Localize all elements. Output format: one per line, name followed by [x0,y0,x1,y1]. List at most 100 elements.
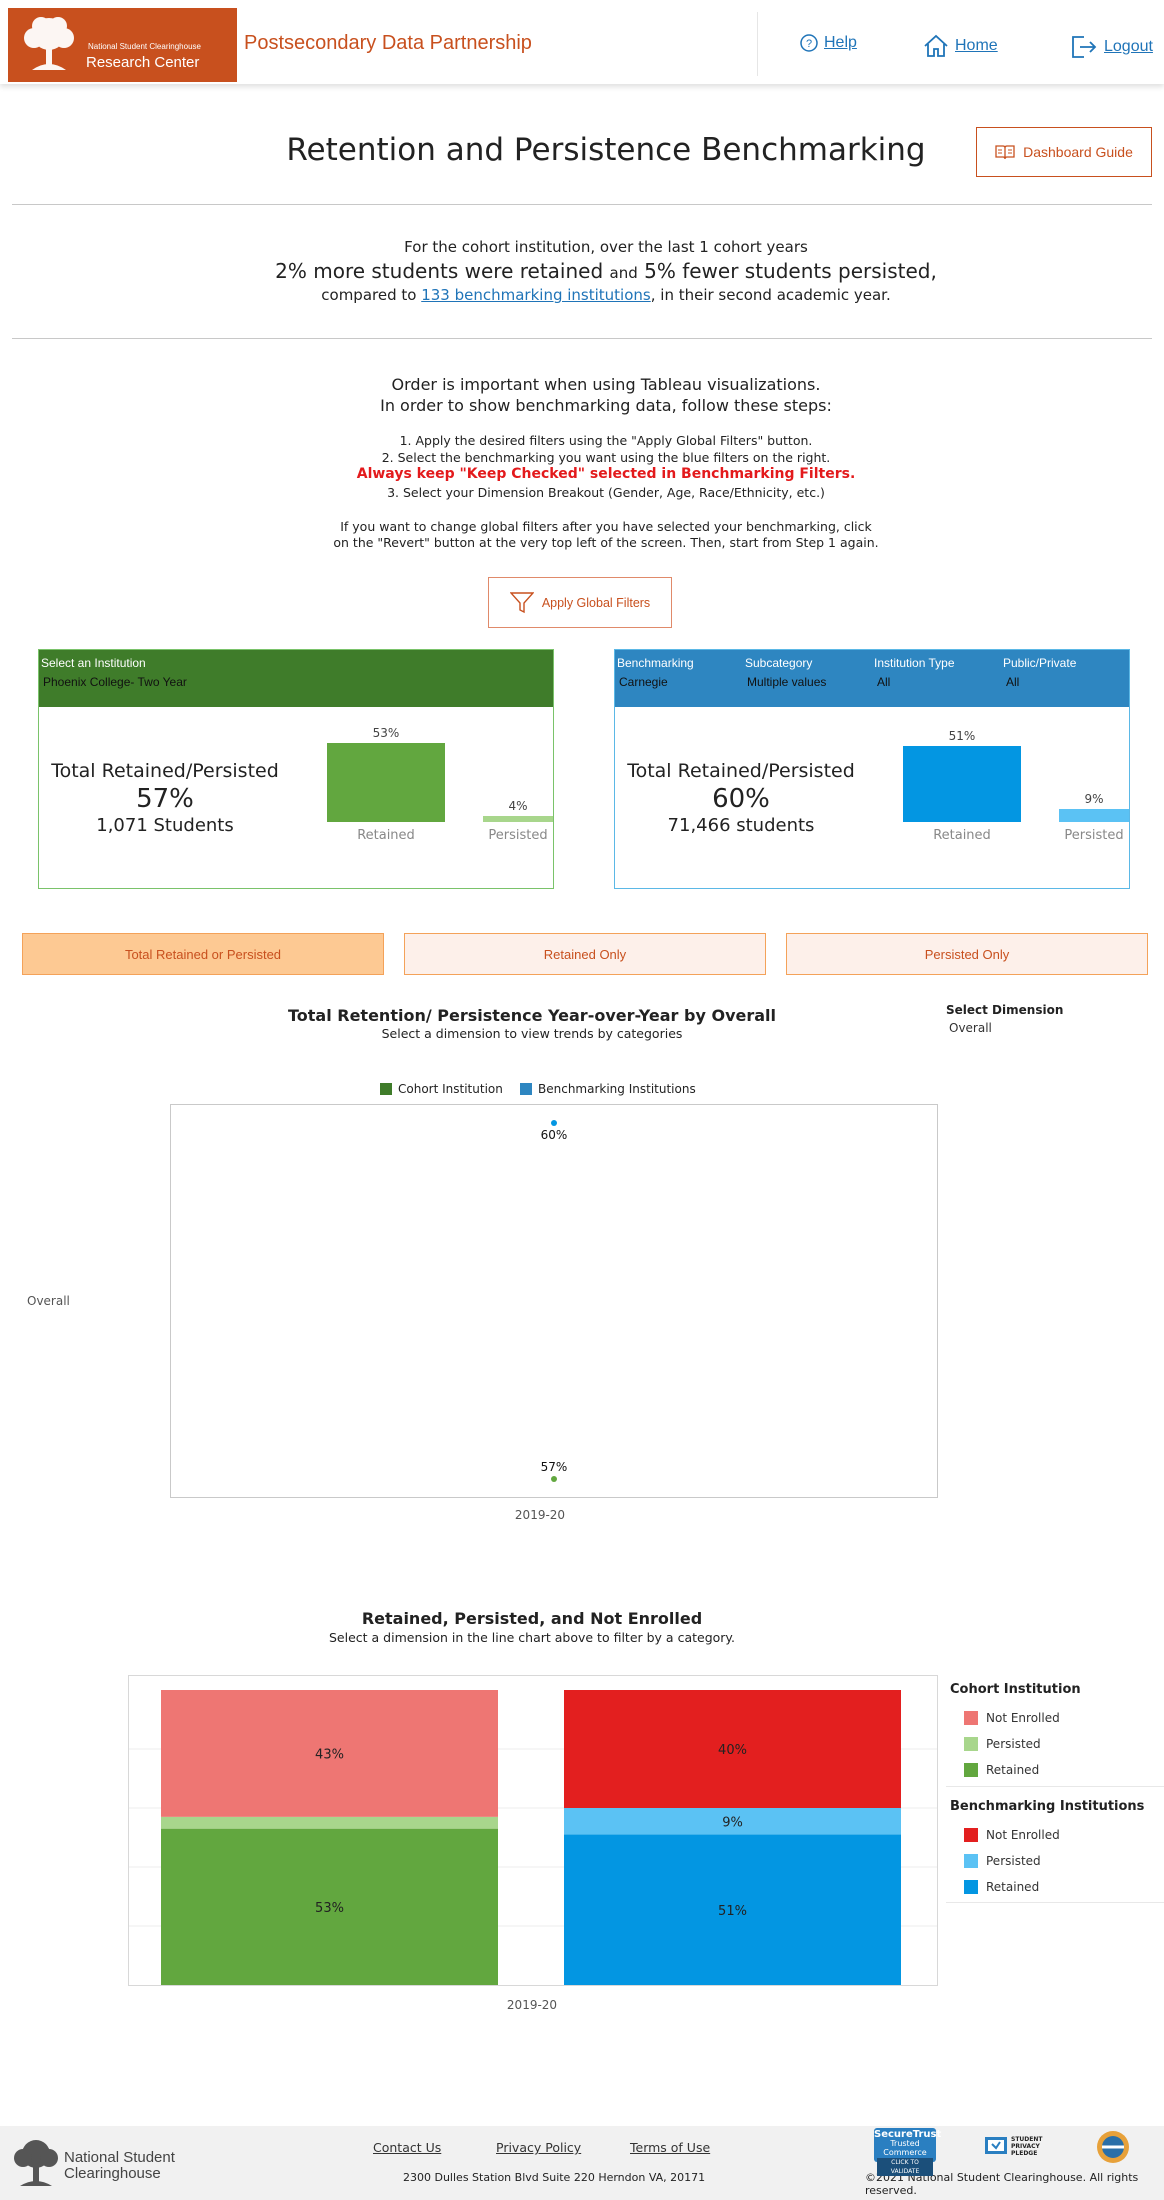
benchmarking-panel: Benchmarking Carnegie Subcategory Multip… [614,649,1130,889]
bar-value-label: 4% [508,799,528,813]
contact-us-link[interactable]: Contact Us [373,2140,441,2155]
student-privacy-pledge-badge[interactable]: STUDENT PRIVACY PLEDGE [984,2130,1044,2162]
subcategory-value[interactable]: Multiple values [747,675,826,689]
compared-suffix: , in their second academic year. [650,286,891,304]
logo-big-text: Research Center [86,54,200,71]
legend-benchmarking-institutions[interactable]: Benchmarking Institutions [520,1082,696,1096]
help-link[interactable]: ? Help [800,34,857,52]
institution-type-label: Institution Type [874,656,955,670]
select-dimension-label: Select Dimension [946,1003,1064,1017]
institution-value[interactable]: Phoenix College- Two Year [43,675,187,689]
legend-label: Retained [986,1763,1040,1777]
clearinghouse-logo-text: National Student Clearinghouse [64,2150,175,2182]
legend-swatch [964,1763,978,1777]
logo-line-1: National Student [64,2149,175,2166]
bar-category-label: Persisted [1064,828,1124,843]
bench-kpi-students: 71,466 students [667,815,815,836]
and-text: and [609,264,638,282]
segment-label: 9% [722,1815,743,1830]
retained-summary: 2% more students were retained [275,259,604,283]
instructions-step-1: 1. Apply the desired filters using the "… [399,433,813,448]
page-footer: National Student Clearinghouse Contact U… [0,2126,1164,2200]
stack-legend-bench-persisted[interactable]: Persisted [964,1854,1041,1868]
terms-of-use-link[interactable]: Terms of Use [630,2140,710,2155]
dashboard-guide-button[interactable]: Dashboard Guide [976,127,1152,177]
legend-label: Persisted [986,1737,1041,1751]
legend-label: Retained [986,1880,1040,1894]
stack-chart-subtitle: Select a dimension in the line chart abo… [329,1630,735,1645]
bar-retained[interactable] [327,742,445,822]
bar-value-label: 53% [372,725,400,740]
home-icon [924,34,948,57]
research-center-logo[interactable]: National Student Clearinghouse Research … [8,8,237,82]
privacy-policy-link[interactable]: Privacy Policy [496,2140,581,2155]
summary-line-3: compared to 133 benchmarking institution… [0,286,1164,304]
benchmarking-label: Benchmarking [617,656,694,670]
institution-type-value[interactable]: All [877,675,890,689]
clearinghouse-tree-logo-icon [14,2140,58,2186]
divider [12,338,1152,339]
help-icon: ? [800,34,818,52]
benchmarking-value[interactable]: Carnegie [619,675,668,689]
tab-total-retained-or-persisted[interactable]: Total Retained or Persisted [22,933,384,975]
top-header: National Student Clearinghouse Research … [0,0,1164,84]
bar-persisted[interactable] [483,816,553,822]
bar-retained[interactable] [903,745,1021,822]
legend-swatch [520,1083,532,1095]
stack-legend-cohort-retained[interactable]: Retained [964,1763,1039,1777]
apply-global-filters-button[interactable]: Apply Global Filters [488,577,672,628]
book-icon [995,145,1015,160]
legend-swatch [964,1880,978,1894]
securetrust-badge[interactable]: SecureTrust Trusted Commerce CLICK TO VA… [874,2128,941,2176]
stack-chart-svg: 53% 43% 51% 9% 40% [129,1690,937,1985]
benchmarking-institutions-link[interactable]: 133 benchmarking institutions [421,286,651,304]
stack-legend-cohort-persisted[interactable]: Persisted [964,1737,1041,1751]
legend-swatch [964,1854,978,1868]
trend-row-label: Overall [27,1294,70,1308]
stack-legend-bench-not-enrolled[interactable]: Not Enrolled [964,1828,1060,1842]
dashboard-guide-label: Dashboard Guide [1023,144,1133,160]
home-label: Home [955,37,998,54]
point-cohort-institution[interactable] [551,1476,557,1482]
stack-chart-title: Retained, Persisted, and Not Enrolled [361,1609,703,1628]
legend-swatch [964,1711,978,1725]
trend-chart-svg: 57% 60% [541,1120,567,1482]
public-private-value[interactable]: All [1006,675,1019,689]
tab-retained-only[interactable]: Retained Only [404,933,766,975]
cohort-kpi-students: 1,071 Students [96,815,234,836]
logout-icon [1072,36,1097,58]
legend-label: Not Enrolled [986,1711,1060,1725]
logout-link[interactable]: Logout [1070,34,1153,60]
subcategory-label: Subcategory [745,656,813,670]
legend-cohort-institution[interactable]: Cohort Institution [380,1082,503,1096]
point-benchmarking-institutions[interactable] [551,1120,557,1126]
legend-label: Not Enrolled [986,1828,1060,1842]
instructions-note-1: If you want to change global filters aft… [340,519,872,534]
segment-label: 40% [718,1743,747,1758]
segment-persisted[interactable] [161,1816,498,1829]
instructions-warning: Always keep "Keep Checked" selected in B… [356,466,856,482]
legend-swatch [964,1828,978,1842]
bar-persisted[interactable] [1059,808,1129,822]
help-label: Help [824,34,857,51]
seal-badge-icon[interactable] [1096,2130,1130,2164]
stack-legend-bench-retained[interactable]: Retained [964,1880,1039,1894]
tab-persisted-only[interactable]: Persisted Only [786,933,1148,975]
cohort-institution-panel: Select an Institution Phoenix College- T… [38,649,554,889]
brand-title: Postsecondary Data Partnership [244,32,532,54]
cohort-kpi-title: Total Retained/Persisted [51,760,279,782]
summary-line-2: 2% more students were retained and 5% fe… [0,259,1164,283]
legend-label: Cohort Institution [398,1082,503,1096]
home-link[interactable]: Home [923,34,998,58]
stack-legend-cohort-title: Cohort Institution [950,1682,1081,1697]
bench-kpi-title: Total Retained/Persisted [627,760,855,782]
stack-legend-cohort-not-enrolled[interactable]: Not Enrolled [964,1711,1060,1725]
instructions-step-3: 3. Select your Dimension Breakout (Gende… [387,485,825,500]
select-dimension-dropdown[interactable]: Overall [949,1021,992,1035]
svg-text:?: ? [806,38,812,50]
nav-divider [757,12,758,76]
institution-selector[interactable]: Select an Institution Phoenix College- T… [39,650,553,707]
stack-legend-bench-title: Benchmarking Institutions [950,1799,1145,1814]
logo-line-2: Clearinghouse [64,2165,161,2182]
persisted-summary: 5% fewer students persisted [644,259,931,283]
